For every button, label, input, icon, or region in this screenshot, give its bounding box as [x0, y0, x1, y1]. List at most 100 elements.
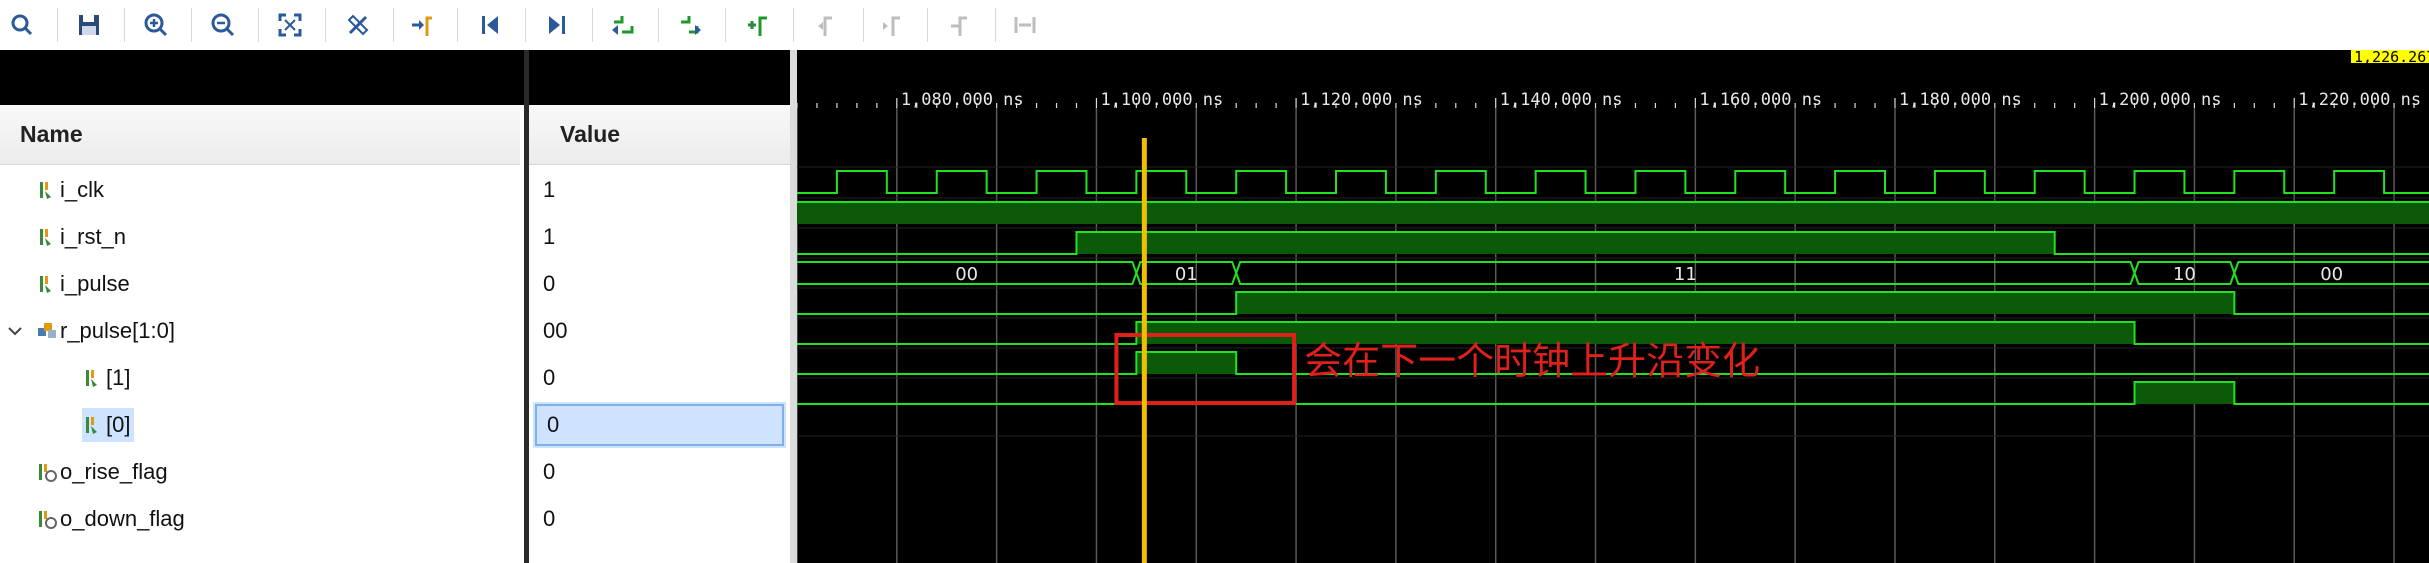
name-panel: Name i_clk i_rst_n i_pulse r_pulse[1:0] [1] [… — [0, 105, 524, 563]
ruler-tick-label: 1,140.000 ns — [1500, 90, 1623, 110]
signal-name-cell[interactable]: i_pulse — [36, 267, 134, 301]
signal-name-cell[interactable]: o_rise_flag — [36, 455, 172, 489]
bit-signal-icon — [40, 182, 51, 199]
fit-markers-icon — [1014, 17, 1036, 33]
r-pulse-bus-value: 00 — [955, 264, 978, 285]
ruler-tick-label: 1,080.000 ns — [901, 90, 1024, 110]
add-marker-icon — [748, 16, 767, 36]
chevron-down-icon[interactable] — [6, 320, 24, 346]
search-button[interactable] — [2, 6, 42, 44]
search-icon — [11, 14, 33, 36]
r-pulse-1-fill — [1236, 292, 2235, 314]
signal-row[interactable]: i_rst_n — [0, 214, 520, 260]
ruler-tick-label: 1,180.000 ns — [1899, 90, 2022, 110]
signal-row[interactable]: o_rise_flag — [0, 449, 520, 495]
i-rst-n-fill — [797, 202, 2429, 224]
r-pulse-bus-value: 01 — [1175, 264, 1198, 285]
r-pulse-bus-value: 10 — [2173, 264, 2196, 285]
value-wave-splitter[interactable] — [790, 50, 797, 563]
cursor-to-zero-button[interactable] — [338, 6, 378, 44]
signal-name: [0] — [106, 412, 131, 437]
signal-name: [1] — [106, 365, 131, 390]
cursor-time-label: 1,226.267 ns — [2354, 50, 2429, 66]
zoom-in-icon — [144, 13, 168, 37]
swap-cursors-icon — [951, 16, 967, 36]
zoom-out-button[interactable] — [203, 6, 243, 44]
next-marker-icon — [883, 16, 900, 36]
i-pulse-fill — [1076, 232, 2055, 254]
ruler-tick-label: 1,160.000 ns — [1699, 90, 1822, 110]
signal-value-cell[interactable]: 0 — [533, 402, 786, 448]
signal-value: 0 — [543, 506, 556, 531]
go-to-time-zero-button[interactable] — [402, 6, 442, 44]
signal-name-cell[interactable]: i_clk — [36, 173, 108, 207]
ruler-tick-label: 1,120.000 ns — [1300, 90, 1423, 110]
signal-value: 1 — [543, 224, 556, 249]
signal-value-cell[interactable]: 0 — [529, 449, 790, 495]
signal-name-cell[interactable]: r_pulse[1:0] — [36, 314, 179, 348]
go-to-last-icon — [549, 16, 565, 34]
waveform-canvas[interactable]: 1,080.000 ns 1,100.000 ns 1,120.000 ns 1,14… — [797, 50, 2429, 563]
toolbar-separator — [927, 8, 928, 42]
o-rise-flag-fill — [1136, 352, 1237, 374]
o-down-flag-fill — [2134, 382, 2235, 404]
signal-name: i_pulse — [60, 271, 130, 296]
toolbar-separator — [525, 8, 526, 42]
zoom-in-button[interactable] — [136, 6, 176, 44]
value-column-title: Value — [560, 121, 621, 147]
signal-value-cell[interactable]: 0 — [529, 355, 790, 401]
name-column-title: Name — [20, 121, 83, 147]
add-marker-button[interactable] — [738, 6, 778, 44]
signal-value-cell[interactable]: 00 — [529, 308, 790, 354]
go-to-time-zero-icon — [412, 16, 432, 36]
panel-header-strip — [0, 50, 790, 105]
zoom-out-icon — [211, 13, 235, 37]
name-value-splitter[interactable] — [524, 50, 529, 563]
signal-row[interactable]: i_pulse — [0, 261, 520, 307]
zoom-fit-button[interactable] — [270, 6, 310, 44]
signal-value: 1 — [543, 177, 556, 202]
signal-name-cell[interactable]: [0] — [82, 408, 135, 442]
save-button[interactable] — [69, 6, 109, 44]
signal-value-cell[interactable]: 0 — [529, 496, 790, 542]
go-to-last-button[interactable] — [537, 6, 577, 44]
signal-name-cell[interactable]: i_rst_n — [36, 220, 130, 254]
previous-transition-button[interactable] — [603, 6, 643, 44]
r-pulse-bus-value: 11 — [1674, 264, 1697, 285]
bit-signal-icon — [86, 370, 97, 387]
zoom-fit-icon — [278, 13, 302, 37]
signal-name: o_down_flag — [60, 506, 185, 531]
name-column-header[interactable]: Name — [0, 105, 520, 165]
signal-name-cell[interactable]: o_down_flag — [36, 502, 189, 536]
signal-row[interactable]: [1] — [0, 355, 520, 401]
toolbar-separator — [258, 8, 259, 42]
signal-value-cell[interactable]: 1 — [529, 167, 790, 213]
signal-row[interactable]: r_pulse[1:0] — [0, 308, 520, 354]
waveform-view[interactable]: 1,080.000 ns 1,100.000 ns 1,120.000 ns 1,14… — [797, 50, 2429, 563]
next-transition-button[interactable] — [670, 6, 710, 44]
signal-name: o_rise_flag — [60, 459, 168, 484]
signal-value: 0 — [543, 365, 556, 390]
bit-signal-icon — [40, 229, 51, 246]
signal-name: i_clk — [60, 177, 105, 202]
toolbar-separator — [863, 8, 864, 42]
toolbar-separator — [191, 8, 192, 42]
toolbar-separator — [57, 8, 58, 42]
next-marker-button[interactable] — [872, 6, 912, 44]
bit-signal-icon — [86, 417, 97, 434]
swap-cursors-button[interactable] — [940, 6, 980, 44]
signal-row[interactable]: i_clk — [0, 167, 520, 213]
r-pulse-bus-value: 00 — [2320, 264, 2343, 285]
signal-value-cell[interactable]: 0 — [529, 261, 790, 307]
go-to-first-button[interactable] — [470, 6, 510, 44]
signal-name-cell[interactable]: [1] — [82, 361, 134, 395]
signal-value: 0 — [547, 412, 560, 437]
signal-row[interactable]: [0] — [0, 402, 520, 448]
fit-markers-button[interactable] — [1005, 6, 1045, 44]
ruler-tick-label: 1,200.000 ns — [2099, 90, 2222, 110]
signal-row[interactable]: o_down_flag — [0, 496, 520, 542]
signal-name: r_pulse[1:0] — [60, 318, 175, 343]
signal-value-cell[interactable]: 1 — [529, 214, 790, 260]
previous-marker-button[interactable] — [808, 6, 848, 44]
value-column-header[interactable]: Value — [529, 105, 790, 165]
